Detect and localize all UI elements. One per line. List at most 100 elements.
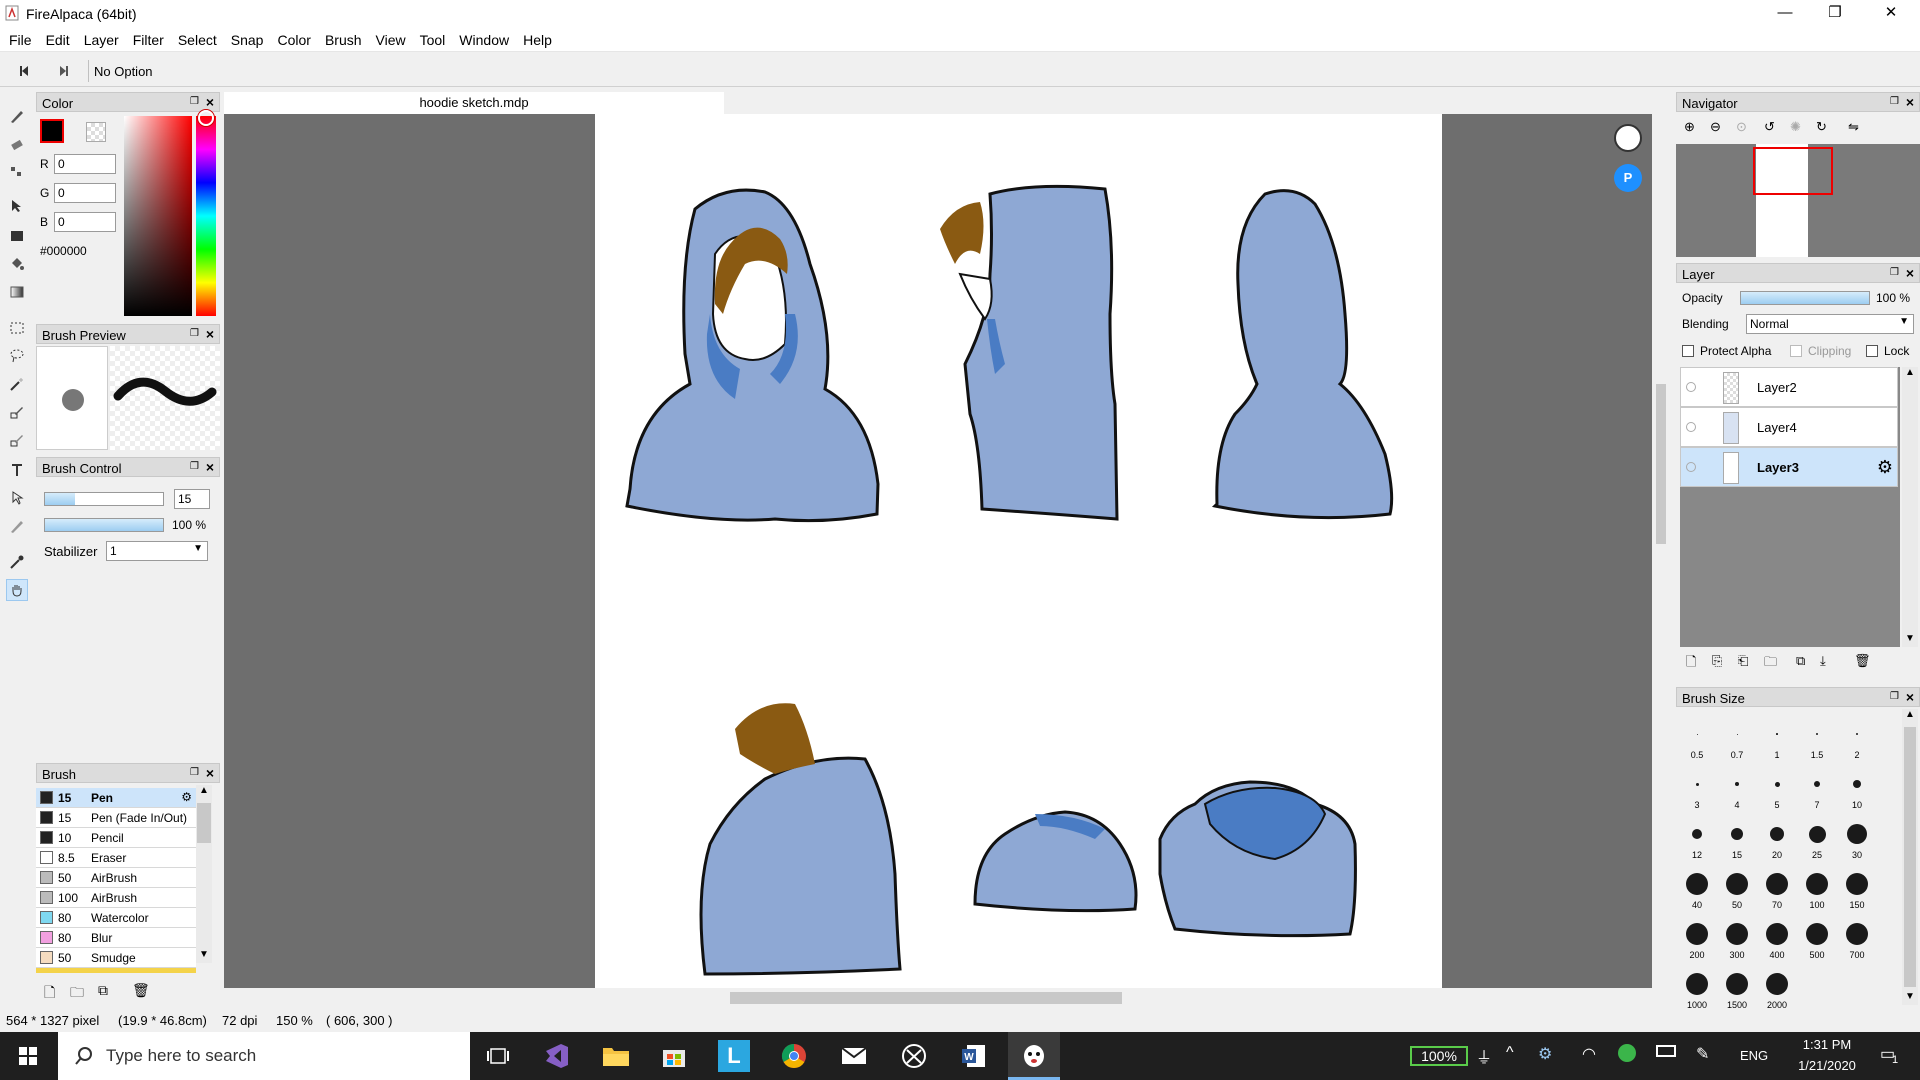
lock-checkbox[interactable] <box>1866 345 1878 357</box>
menu-help[interactable]: Help <box>516 28 559 52</box>
operation-tool-icon[interactable] <box>6 487 28 509</box>
mail-icon[interactable] <box>838 1040 870 1072</box>
brush-size-option[interactable]: 5 <box>1757 762 1797 812</box>
brush-item-watercolor[interactable]: 80 Watercolor <box>36 908 196 928</box>
brush-size-option[interactable]: 1 <box>1757 712 1797 762</box>
brush-size-option[interactable]: 12 <box>1677 812 1717 862</box>
brush-list-scrollbar[interactable]: ▲ ▼ <box>196 785 212 963</box>
primary-color-swatch[interactable] <box>40 119 64 143</box>
green-tray-icon[interactable] <box>1618 1044 1636 1062</box>
move-tool-icon[interactable] <box>6 195 28 217</box>
firealpaca-taskbar-icon[interactable] <box>1008 1032 1060 1080</box>
canvas-horizontal-scrollbar[interactable] <box>224 988 1670 1006</box>
l-app-icon[interactable]: L <box>718 1040 750 1072</box>
brush-size-slider[interactable] <box>44 492 164 506</box>
brush-size-option[interactable]: 40 <box>1677 862 1717 912</box>
trash-icon[interactable]: 🗑 <box>1854 653 1871 669</box>
gear-icon[interactable]: ⚙ <box>1877 457 1893 478</box>
scroll-thumb[interactable] <box>197 803 211 843</box>
dot-tool-icon[interactable] <box>6 161 28 183</box>
brush-size-option[interactable]: 1500 <box>1717 962 1757 1012</box>
panel-float-icon[interactable]: ❐ <box>1890 267 1899 278</box>
scroll-up-icon[interactable]: ▲ <box>196 785 212 799</box>
rotate-reset-icon[interactable]: ✺ <box>1790 119 1801 135</box>
pen-tool-icon[interactable] <box>6 105 28 127</box>
menu-layer[interactable]: Layer <box>77 28 126 52</box>
menu-filter[interactable]: Filter <box>126 28 171 52</box>
zoom-out-icon[interactable]: ⊖ <box>1710 119 1721 135</box>
taskbar-search-box[interactable]: Type here to search <box>58 1032 470 1080</box>
scroll-thumb[interactable] <box>1904 727 1916 987</box>
eyedropper-tool-icon[interactable] <box>6 551 28 573</box>
menu-snap[interactable]: Snap <box>224 28 271 52</box>
clock-time[interactable]: 1:31 PM <box>1792 1037 1862 1052</box>
panel-close-icon[interactable]: × <box>1906 265 1914 281</box>
brush-size-field[interactable]: 15 <box>174 489 210 509</box>
merge-down-icon[interactable]: ⤓ <box>1820 653 1826 669</box>
brush-item-pencil[interactable]: 10 Pencil <box>36 828 196 848</box>
brush-size-scrollbar[interactable]: ▲ ▼ <box>1902 709 1918 1005</box>
brush-item-smudge[interactable]: 50 Smudge <box>36 948 196 968</box>
brush-size-option[interactable]: 200 <box>1677 912 1717 962</box>
brush-size-option[interactable]: 50 <box>1717 862 1757 912</box>
clipping-checkbox[interactable] <box>1790 345 1802 357</box>
menu-brush[interactable]: Brush <box>318 28 369 52</box>
rotate-right-icon[interactable]: ↻ <box>1816 119 1827 135</box>
minimize-button[interactable]: — <box>1762 0 1808 28</box>
brush-size-option[interactable]: 20 <box>1757 812 1797 862</box>
brush-opacity-slider[interactable] <box>44 518 164 532</box>
navigator-viewport[interactable] <box>1753 147 1833 195</box>
saturation-value-picker[interactable] <box>124 116 192 316</box>
brush-size-option[interactable]: 30 <box>1837 812 1877 862</box>
menu-color[interactable]: Color <box>270 28 317 52</box>
brush-size-option[interactable]: 1.5 <box>1797 712 1837 762</box>
scroll-down-icon[interactable]: ▼ <box>1902 991 1918 1005</box>
menu-file[interactable]: File <box>2 28 39 52</box>
brush-size-option[interactable]: 0.7 <box>1717 712 1757 762</box>
brush-size-option[interactable]: 4 <box>1717 762 1757 812</box>
document-tab[interactable]: hoodie sketch.mdp <box>224 92 724 114</box>
hue-handle[interactable] <box>198 110 214 126</box>
zoom-in-icon[interactable]: ⊕ <box>1684 119 1695 135</box>
lasso-tool-icon[interactable] <box>6 345 28 367</box>
layer-list-scrollbar[interactable]: ▲ ▼ <box>1902 367 1918 647</box>
stabilizer-select[interactable]: 1 ▼ <box>106 541 208 561</box>
select-pen-tool-icon[interactable] <box>6 401 28 423</box>
text-tool-icon[interactable] <box>6 459 28 481</box>
chevron-up-icon[interactable]: ^ <box>1506 1044 1514 1062</box>
panel-float-icon[interactable]: ❐ <box>190 461 199 472</box>
battery-icon[interactable] <box>1656 1045 1676 1057</box>
panel-close-icon[interactable]: × <box>1906 94 1914 110</box>
scroll-thumb[interactable] <box>1656 384 1666 544</box>
scroll-up-icon[interactable]: ▲ <box>1902 709 1918 723</box>
canvas-vertical-scrollbar[interactable] <box>1652 114 1670 988</box>
scroll-down-icon[interactable]: ▼ <box>196 949 212 963</box>
wifi-icon[interactable]: ◠ <box>1582 1044 1596 1064</box>
new-1bit-layer-icon[interactable]: ⎗ <box>1738 653 1748 669</box>
gradient-tool-icon[interactable] <box>6 281 28 303</box>
gear-icon[interactable]: ⚙ <box>181 790 192 804</box>
folder-icon[interactable]: 🗀 <box>70 982 84 1006</box>
duplicate-layer-icon[interactable]: ⧉ <box>1796 653 1805 669</box>
brush-size-option[interactable]: 2000 <box>1757 962 1797 1012</box>
undo-icon[interactable] <box>18 64 34 78</box>
flip-icon[interactable]: ⇋ <box>1848 119 1859 135</box>
blending-select[interactable]: Normal ▼ <box>1746 314 1914 334</box>
avatar[interactable] <box>1614 124 1642 152</box>
brush-item-pen[interactable]: 15 Pen ⚙ <box>36 788 196 808</box>
panel-close-icon[interactable]: × <box>206 459 214 475</box>
panel-float-icon[interactable]: ❐ <box>190 767 199 778</box>
layer-item-layer3[interactable]: Layer3 ⚙ <box>1680 447 1898 487</box>
visual-studio-icon[interactable] <box>540 1040 572 1072</box>
battery-indicator[interactable]: 100% <box>1410 1046 1468 1066</box>
panel-float-icon[interactable]: ❐ <box>1890 691 1899 702</box>
menu-select[interactable]: Select <box>171 28 224 52</box>
brush-size-option[interactable]: 2 <box>1837 712 1877 762</box>
word-icon[interactable]: W <box>958 1040 990 1072</box>
new-layer-icon[interactable]: 🗋 <box>1686 653 1696 675</box>
fill-rect-tool-icon[interactable] <box>6 225 28 247</box>
drawing-canvas[interactable] <box>595 114 1442 988</box>
windows-start-icon[interactable] <box>12 1040 44 1072</box>
store-icon[interactable] <box>658 1040 690 1072</box>
brush-size-option[interactable]: 1000 <box>1677 962 1717 1012</box>
